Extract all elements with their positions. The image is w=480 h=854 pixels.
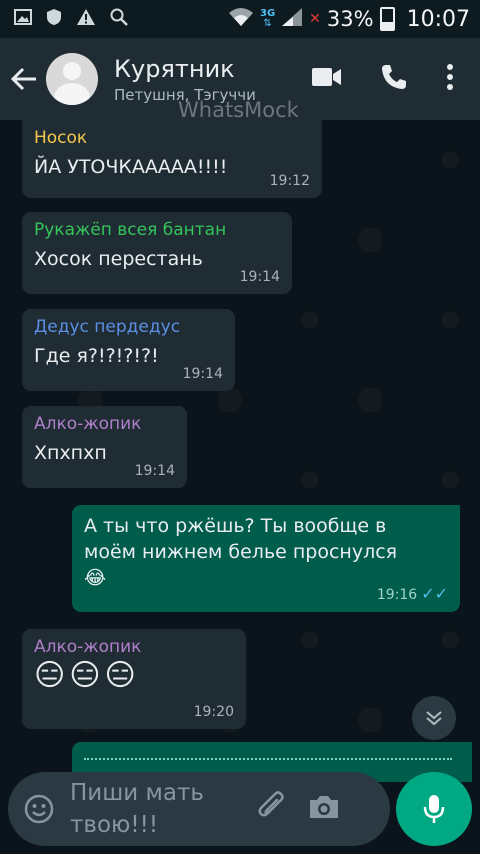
more-options-button[interactable]	[446, 64, 454, 94]
wifi-icon	[228, 7, 254, 31]
network-badge: 3G ⇅	[260, 8, 276, 29]
message-sender: Алко-жопик	[34, 414, 142, 434]
message-time: 19:14	[134, 463, 175, 479]
message-list[interactable]: Носок ЙА УТОЧКААААА!!!! 19:12 Рукажёп вс…	[0, 120, 480, 854]
message-text: А ты что ржёшь? Ты вообще в моём нижнем …	[84, 515, 398, 589]
message-sender: Рукажёп всея бантан	[34, 220, 227, 240]
scroll-down-button[interactable]	[412, 696, 456, 740]
status-bar: 3G ⇅ ✕ 33% 10:07	[0, 0, 480, 38]
message-bubble[interactable]: Рукажёп всея бантан Хосок перестань 19:1…	[22, 212, 292, 294]
camera-button[interactable]	[308, 794, 340, 824]
video-call-button[interactable]	[312, 67, 342, 91]
message-composer[interactable]: Пиши мать твою!!!	[8, 772, 390, 846]
arrow-left-icon	[11, 67, 36, 91]
message-sender: Алко-жопик	[34, 637, 142, 657]
message-bubble[interactable]: Дедус пердедус Где я?!?!?!?! 19:14	[22, 309, 235, 391]
message-bubble[interactable]: Алко-жопик Хпхпхп 19:14	[22, 406, 187, 488]
message-text: 😑😑😑	[34, 658, 140, 693]
message-time: 19:12	[269, 173, 310, 189]
message-time: 19:16 ✓✓	[376, 584, 448, 603]
message-text: ЙА УТОЧКААААА!!!!	[34, 156, 228, 178]
read-ticks-icon: ✓✓	[421, 584, 448, 603]
message-bubble[interactable]: Алко-жопик 😑😑😑 19:20	[22, 629, 246, 729]
message-bubble-outgoing[interactable]: А ты что ржёшь? Ты вообще в моём нижнем …	[72, 505, 460, 612]
microphone-icon	[423, 795, 445, 823]
voice-call-button[interactable]	[380, 63, 408, 95]
double-chevron-down-icon	[426, 711, 442, 726]
message-sender: Носок	[34, 128, 88, 148]
group-avatar[interactable]	[46, 53, 98, 105]
message-time: 19:14	[239, 269, 280, 285]
message-bubble[interactable]: Носок ЙА УТОЧКААААА!!!! 19:12	[22, 120, 322, 198]
message-input[interactable]: Пиши мать твою!!!	[70, 777, 240, 841]
watermark: WhatsMock	[178, 98, 299, 122]
message-time: 19:20	[193, 704, 234, 720]
camera-icon	[310, 796, 338, 818]
no-signal-mark: ✕	[309, 11, 321, 27]
clock: 10:07	[406, 6, 470, 32]
emoji-button[interactable]	[24, 794, 54, 824]
message-sender: Дедус пердедус	[34, 317, 181, 337]
smiley-icon	[24, 794, 54, 824]
paperclip-icon	[258, 791, 284, 817]
search-icon	[110, 8, 128, 31]
phone-icon	[382, 65, 406, 89]
signal-icon	[281, 7, 303, 31]
battery-icon	[379, 7, 395, 31]
image-icon	[14, 8, 32, 30]
chat-info[interactable]: Курятник Петушня, Тэгуччи	[114, 55, 274, 104]
shield-icon	[46, 8, 62, 31]
attach-button[interactable]	[258, 791, 288, 827]
chat-title: Курятник	[114, 54, 235, 83]
more-vertical-icon	[447, 64, 453, 90]
video-camera-icon	[312, 68, 341, 86]
back-button[interactable]	[2, 67, 46, 91]
voice-record-button[interactable]	[396, 772, 472, 846]
message-time: 19:14	[182, 366, 223, 382]
battery-percent: 33%	[326, 7, 374, 31]
warning-icon	[76, 8, 96, 31]
